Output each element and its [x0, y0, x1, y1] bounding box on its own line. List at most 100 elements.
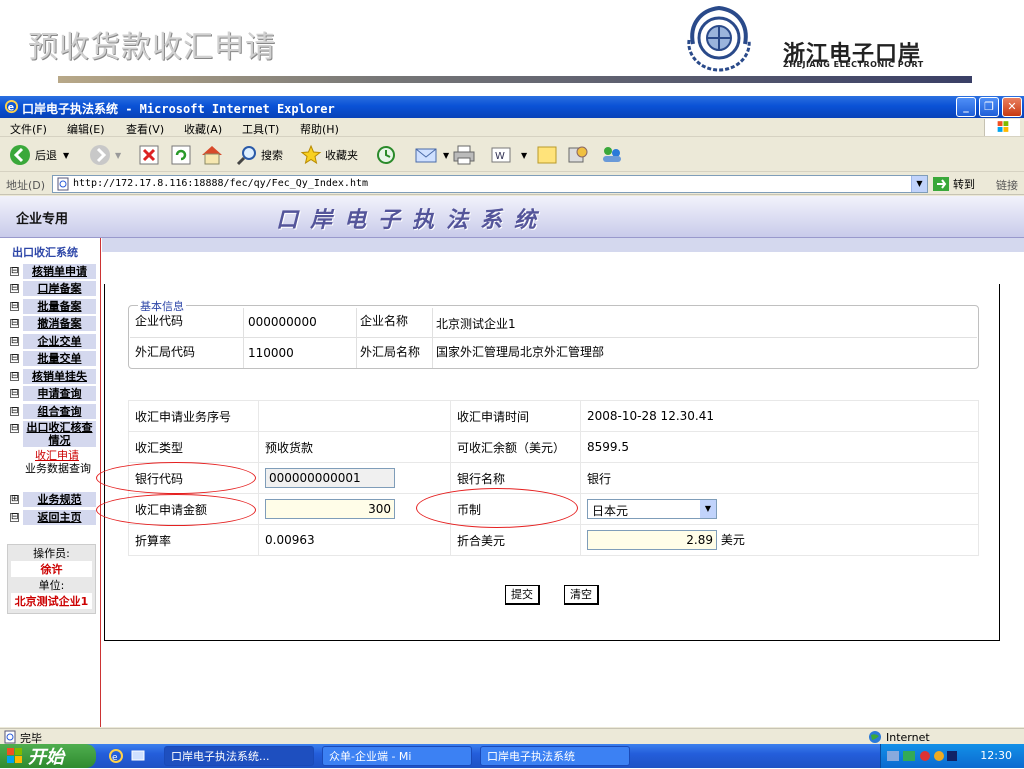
- highlight-ellipse-amount: [96, 494, 256, 526]
- collapse-icon[interactable]: ⊟: [10, 337, 19, 346]
- edit-button[interactable]: W ▼: [490, 143, 527, 167]
- slide-header: 预收货款收汇申请 浙江电子口岸 ZHEJIANG ELECTRONIC PORT: [0, 0, 1024, 96]
- links-label[interactable]: 链接: [996, 177, 1018, 193]
- nav-item-export-verification[interactable]: ⊟ 出口收汇核查情况: [8, 421, 96, 447]
- svg-text:W: W: [495, 151, 505, 162]
- minimize-button[interactable]: _: [956, 97, 976, 117]
- nav-item-verification-apply[interactable]: ⊟ 核销单申请: [8, 264, 96, 279]
- menu-help[interactable]: 帮助(H): [300, 121, 339, 137]
- status-bar: 完毕 Internet: [0, 728, 1024, 745]
- fx-bureau-code-value: 110000: [248, 346, 294, 360]
- bank-code-input[interactable]: 000000000001: [265, 468, 395, 488]
- refresh-button[interactable]: [170, 143, 195, 167]
- stop-button[interactable]: [138, 143, 163, 167]
- mail-button[interactable]: ▼: [414, 143, 449, 167]
- menu-view[interactable]: 查看(V): [126, 121, 164, 137]
- nav-item-combined-query[interactable]: ⊟ 组合查询: [8, 404, 96, 419]
- back-button[interactable]: 后退 ▼: [8, 143, 69, 167]
- collapse-icon[interactable]: ⊟: [10, 267, 19, 276]
- collapse-icon[interactable]: ⊟: [10, 424, 19, 433]
- nav-item-batch-filing[interactable]: ⊟ 批量备案: [8, 299, 96, 314]
- expand-icon[interactable]: ⊞: [10, 495, 19, 504]
- collapse-icon[interactable]: ⊟: [10, 389, 19, 398]
- window-title: 口岸电子执法系统 - Microsoft Internet Explorer: [22, 102, 335, 116]
- nav-item-return-home[interactable]: ⊟ 返回主页: [8, 510, 96, 525]
- task-label: 众单-企业端 - Mi: [329, 750, 412, 763]
- chevron-down-icon[interactable]: ▼: [911, 176, 927, 192]
- task-enterprise-client[interactable]: 众单-企业端 - Mi: [322, 746, 472, 766]
- slide-divider: [58, 76, 972, 83]
- submit-button[interactable]: 提交: [505, 585, 540, 605]
- start-button[interactable]: 开始: [0, 744, 96, 768]
- amount-input[interactable]: 300: [265, 499, 395, 519]
- currency-select[interactable]: 日本元 ▼: [587, 499, 717, 519]
- operator-name: 徐许: [11, 561, 92, 577]
- collapse-icon[interactable]: ⊟: [10, 319, 19, 328]
- usd-input[interactable]: 2.89: [587, 530, 717, 550]
- nav-section-title: 出口收汇系统: [12, 246, 78, 259]
- history-button[interactable]: [374, 143, 401, 167]
- collapse-icon[interactable]: ⊟: [10, 513, 19, 522]
- home-button[interactable]: [200, 143, 227, 167]
- favorites-button[interactable]: 收藏夹: [300, 143, 358, 167]
- nav-item-port-filing[interactable]: ⊟ 口岸备案: [8, 281, 96, 296]
- ie-quicklaunch-icon[interactable]: e: [108, 748, 124, 764]
- basic-info-row: 外汇局代码 110000 外汇局名称 国家外汇管理局北京外汇管理部: [130, 339, 731, 367]
- menu-file[interactable]: 文件(F): [10, 121, 47, 137]
- messenger-button[interactable]: [600, 143, 627, 167]
- taskbar: 开始 e 口岸电子执法系统... 众单-企业端 - Mi 口岸电子执法系统 12…: [0, 744, 1024, 768]
- collapse-icon[interactable]: ⊟: [10, 372, 19, 381]
- task-ie-window-1[interactable]: 口岸电子执法系统...: [164, 746, 314, 766]
- menu-tools[interactable]: 工具(T): [242, 121, 279, 137]
- print-button[interactable]: [452, 143, 479, 167]
- nav-item-label: 核销单申请: [23, 264, 96, 279]
- chevron-down-icon[interactable]: ▼: [700, 500, 716, 518]
- bank-name-value: 银行: [580, 462, 979, 494]
- back-arrow-icon: [10, 145, 30, 165]
- search-button[interactable]: 搜索: [236, 143, 283, 167]
- currency-cell: 日本元 ▼: [580, 493, 979, 525]
- menu-edit[interactable]: 编辑(E): [67, 121, 105, 137]
- desktop-quicklaunch-icon[interactable]: [130, 748, 146, 764]
- nav-item-business-rules[interactable]: ⊞ 业务规范: [8, 492, 96, 507]
- left-nav: 出口收汇系统 ⊟ 核销单申请 ⊟ 口岸备案 ⊟ 批量备案 ⊟ 撤消备案 ⊟ 企业交单 ⊟ 批…: [0, 238, 101, 727]
- tray-icons[interactable]: [887, 749, 957, 763]
- nav-item-report-loss[interactable]: ⊟ 核销单挂失: [8, 369, 96, 384]
- forward-button[interactable]: ▼: [88, 143, 121, 167]
- operator-label: 操作员:: [33, 547, 70, 560]
- available-balance-label: 可收汇余额（美元）: [450, 431, 581, 463]
- table-row: 收汇申请业务序号 收汇申请时间 2008-10-28 12.30.41: [128, 400, 979, 432]
- collapse-icon[interactable]: ⊟: [10, 302, 19, 311]
- note-icon: [537, 146, 557, 164]
- nav-item-apply-query[interactable]: ⊟ 申请查询: [8, 386, 96, 401]
- enterprise-name-value: 北京测试企业1: [436, 317, 516, 331]
- discuss-button[interactable]: [536, 143, 561, 167]
- go-button[interactable]: 转到: [932, 176, 975, 192]
- nav-item-batch-submit[interactable]: ⊟ 批量交单: [8, 351, 96, 366]
- collapse-icon[interactable]: ⊟: [10, 284, 19, 293]
- sub-link-receipt-apply[interactable]: 收汇申请: [22, 450, 92, 462]
- menu-favorites[interactable]: 收藏(A): [184, 121, 222, 137]
- nav-item-cancel-filing[interactable]: ⊟ 撤消备案: [8, 316, 96, 331]
- nav-item-enterprise-submit[interactable]: ⊟ 企业交单: [8, 334, 96, 349]
- rate-label: 折算率: [128, 524, 259, 556]
- svg-text:e: e: [8, 102, 14, 113]
- window-titlebar[interactable]: e 口岸电子执法系统 - Microsoft Internet Explorer…: [0, 96, 1024, 118]
- close-button[interactable]: ✕: [1002, 97, 1022, 117]
- chevron-down-icon: ▼: [115, 150, 122, 160]
- clear-button[interactable]: 清空: [564, 585, 599, 605]
- currency-selected: 日本元: [592, 504, 629, 518]
- sub-link-data-query[interactable]: 业务数据查询: [24, 463, 92, 475]
- task-ie-window-2[interactable]: 口岸电子执法系统: [480, 746, 630, 766]
- collapse-icon[interactable]: ⊟: [10, 354, 19, 363]
- address-label: 地址(D): [6, 179, 46, 192]
- nav-item-label: 业务规范: [23, 492, 96, 507]
- research-button[interactable]: [566, 143, 593, 167]
- svg-text:e: e: [112, 753, 118, 763]
- port-emblem-icon: [687, 5, 751, 72]
- edit-document-icon: W: [491, 147, 511, 163]
- collapse-icon[interactable]: ⊟: [10, 407, 19, 416]
- page-done-icon: [4, 730, 16, 744]
- restore-button[interactable]: ❐: [979, 97, 999, 117]
- address-input[interactable]: http://172.17.8.116:18888/fec/qy/Fec_Qy_…: [52, 175, 928, 193]
